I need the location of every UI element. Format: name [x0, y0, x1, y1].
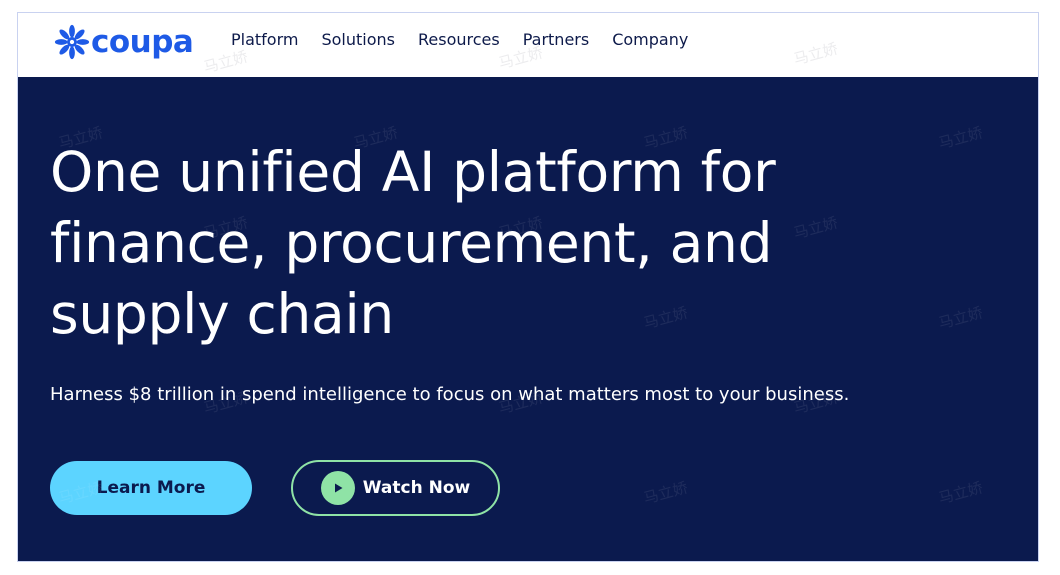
nav-item-partners[interactable]: Partners — [523, 30, 589, 49]
watermark: 马立娇 — [201, 47, 250, 77]
hero-headline: One unified AI platform for finance, pro… — [50, 140, 776, 346]
top-navigation: coupa Platform Solutions Resources Partn… — [18, 13, 1038, 77]
nav-item-company[interactable]: Company — [612, 30, 688, 49]
watch-now-label: Watch Now — [362, 478, 471, 498]
watermark: 马立娇 — [791, 39, 840, 69]
learn-more-button[interactable]: Learn More — [50, 461, 252, 515]
learn-more-label: Learn More — [96, 478, 206, 498]
nav-item-platform[interactable]: Platform — [231, 30, 298, 49]
watermark: 马立娇 — [936, 478, 985, 508]
nav-item-solutions[interactable]: Solutions — [321, 30, 395, 49]
main-menu: Platform Solutions Resources Partners Co… — [231, 30, 688, 49]
watch-now-button[interactable]: Watch Now — [291, 460, 500, 516]
watermark: 马立娇 — [936, 303, 985, 333]
watermark: 马立娇 — [641, 478, 690, 508]
coupa-logo[interactable]: coupa — [54, 21, 194, 63]
nav-item-resources[interactable]: Resources — [418, 30, 500, 49]
watermark: 马立娇 — [936, 123, 985, 153]
logo-wordmark: coupa — [91, 23, 194, 60]
hero-section: One unified AI platform for finance, pro… — [18, 77, 1038, 561]
coupa-flower-icon — [54, 24, 90, 60]
page-frame: coupa Platform Solutions Resources Partn… — [17, 12, 1039, 562]
hero-subheadline: Harness $8 trillion in spend intelligenc… — [50, 384, 850, 405]
play-icon — [320, 471, 355, 505]
